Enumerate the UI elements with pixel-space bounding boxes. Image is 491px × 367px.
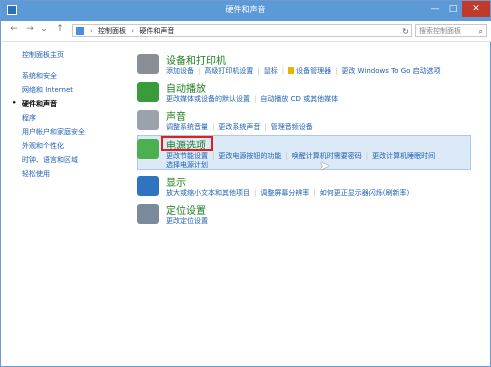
power-plan-link[interactable]: 选择电源计划 [166, 161, 208, 169]
back-button[interactable]: ← [8, 24, 20, 34]
sidebar-item-label: 硬件和声音 [22, 100, 57, 108]
category-autoplay: 自动播放 更改媒体或设备的默认设置 | 自动播放 CD 或其他媒体 [137, 80, 477, 108]
system-sounds-link[interactable]: 更改系统声音 [218, 123, 260, 131]
forward-button[interactable]: → [24, 24, 36, 34]
printer-icon [137, 54, 159, 74]
category-sound: 声音 调整系统音量 | 更改系统声音 | 管理音频设备 [137, 108, 477, 136]
mouse-link[interactable]: 鼠标 [264, 67, 278, 75]
category-title[interactable]: 声音 [166, 108, 186, 123]
windows-to-go-link[interactable]: 更改 Windows To Go 启动选项 [341, 67, 440, 75]
text-size-link[interactable]: 放大或缩小文本和其他项目 [166, 189, 250, 197]
refresh-rate-link[interactable]: 如何更正显示器闪烁(刷新率) [320, 189, 409, 197]
category-title[interactable]: 定位设置 [166, 202, 206, 217]
up-button[interactable]: ↑ [54, 24, 66, 34]
navigation-bar: ← → ⌄ ↑ › 控制面板 › 硬件和声音 ↻ 搜索控制面板 ⌕ [2, 21, 491, 42]
close-button[interactable]: ✕ [462, 1, 490, 17]
autoplay-icon [137, 82, 159, 102]
control-panel-icon [76, 27, 84, 35]
category-title[interactable]: 显示 [166, 174, 186, 189]
window-title: 硬件和声音 [225, 5, 266, 14]
sidebar-item-hardware-sound: • 硬件和声音 [12, 99, 57, 109]
system-volume-link[interactable]: 调整系统音量 [166, 123, 208, 131]
advanced-printer-link[interactable]: 高级打印机设置 [204, 67, 253, 75]
category-title[interactable]: 设备和打印机 [166, 52, 226, 67]
refresh-icon[interactable]: ↻ [402, 25, 409, 38]
category-links: 添加设备 | 高级打印机设置 | 鼠标 | 设备管理器 | 更改 Windows To Go 启… [166, 67, 441, 75]
breadcrumb-hardware-sound[interactable]: 硬件和声音 [139, 27, 174, 35]
sidebar-item-system-security[interactable]: 系统和安全 [22, 71, 57, 81]
sidebar-item-home[interactable]: 控制面板主页 [22, 50, 64, 60]
category-display: 显示 放大或缩小文本和其他项目 | 调整屏幕分辨率 | 如何更正显示器闪烁(刷新率) [137, 174, 477, 202]
search-icon[interactable]: ⌕ [479, 25, 483, 38]
category-links: 放大或缩小文本和其他项目 | 调整屏幕分辨率 | 如何更正显示器闪烁(刷新率) [166, 189, 410, 197]
autoplay-cd-link[interactable]: 自动播放 CD 或其他媒体 [260, 95, 338, 103]
screen-resolution-link[interactable]: 调整屏幕分辨率 [260, 189, 309, 197]
power-button-link[interactable]: 更改电源按钮的功能 [218, 152, 281, 160]
category-links-second-row: 选择电源计划 [166, 160, 212, 170]
device-manager-link[interactable]: 设备管理器 [296, 67, 331, 75]
sleep-time-link[interactable]: 更改计算机睡眠时间 [372, 152, 435, 160]
breadcrumb-separator: › [90, 27, 93, 35]
maximize-button[interactable]: □ [444, 1, 462, 17]
search-placeholder: 搜索控制面板 [419, 27, 461, 35]
control-panel-window: 硬件和声音 — □ ✕ ← → ⌄ ↑ › 控制面板 › 硬件和声音 ↻ 搜索控… [0, 0, 491, 367]
category-devices-printers: 设备和打印机 添加设备 | 高级打印机设置 | 鼠标 | 设备管理器 | 更改 Windows … [137, 52, 477, 80]
shield-icon [288, 67, 295, 74]
power-saving-link[interactable]: 更改节能设置 [166, 152, 208, 160]
mouse-cursor-icon: ➤ [319, 159, 330, 174]
sidebar-item-clock-region[interactable]: 时钟、语言和区域 [22, 155, 78, 165]
recent-locations-button[interactable]: ⌄ [38, 24, 50, 34]
category-location: 定位设置 更改定位设置 [137, 202, 477, 230]
audio-devices-link[interactable]: 管理音频设备 [271, 123, 313, 131]
speaker-icon [137, 110, 159, 130]
sidebar-item-ease-of-access[interactable]: 轻松使用 [22, 169, 50, 179]
display-icon [137, 176, 159, 196]
current-item-bullet: • [12, 99, 17, 107]
breadcrumb-separator: › [131, 27, 135, 35]
power-icon [137, 139, 159, 159]
category-links: 调整系统音量 | 更改系统声音 | 管理音频设备 [166, 123, 313, 131]
sidebar-item-network[interactable]: 网络和 Internet [22, 85, 73, 95]
category-title[interactable]: 自动播放 [166, 80, 206, 95]
sidebar-item-programs[interactable]: 程序 [22, 113, 36, 123]
category-links: 更改定位设置 [166, 216, 212, 226]
search-input[interactable]: 搜索控制面板 ⌕ [415, 24, 487, 37]
location-settings-link[interactable]: 更改定位设置 [166, 217, 208, 225]
breadcrumb-control-panel[interactable]: 控制面板 [98, 27, 126, 35]
add-device-link[interactable]: 添加设备 [166, 67, 194, 75]
sidebar-item-appearance[interactable]: 外观和个性化 [22, 141, 64, 151]
minimize-button[interactable]: — [426, 1, 444, 17]
address-bar[interactable]: › 控制面板 › 硬件和声音 ↻ [72, 24, 412, 37]
location-icon [137, 204, 159, 224]
sidebar-item-user-accounts[interactable]: 用户帐户和家庭安全 [22, 127, 85, 137]
red-highlight-box [161, 136, 213, 151]
title-bar: 硬件和声音 — □ ✕ [1, 1, 490, 21]
media-defaults-link[interactable]: 更改媒体或设备的默认设置 [166, 95, 250, 103]
category-links: 更改媒体或设备的默认设置 | 自动播放 CD 或其他媒体 [166, 95, 339, 103]
